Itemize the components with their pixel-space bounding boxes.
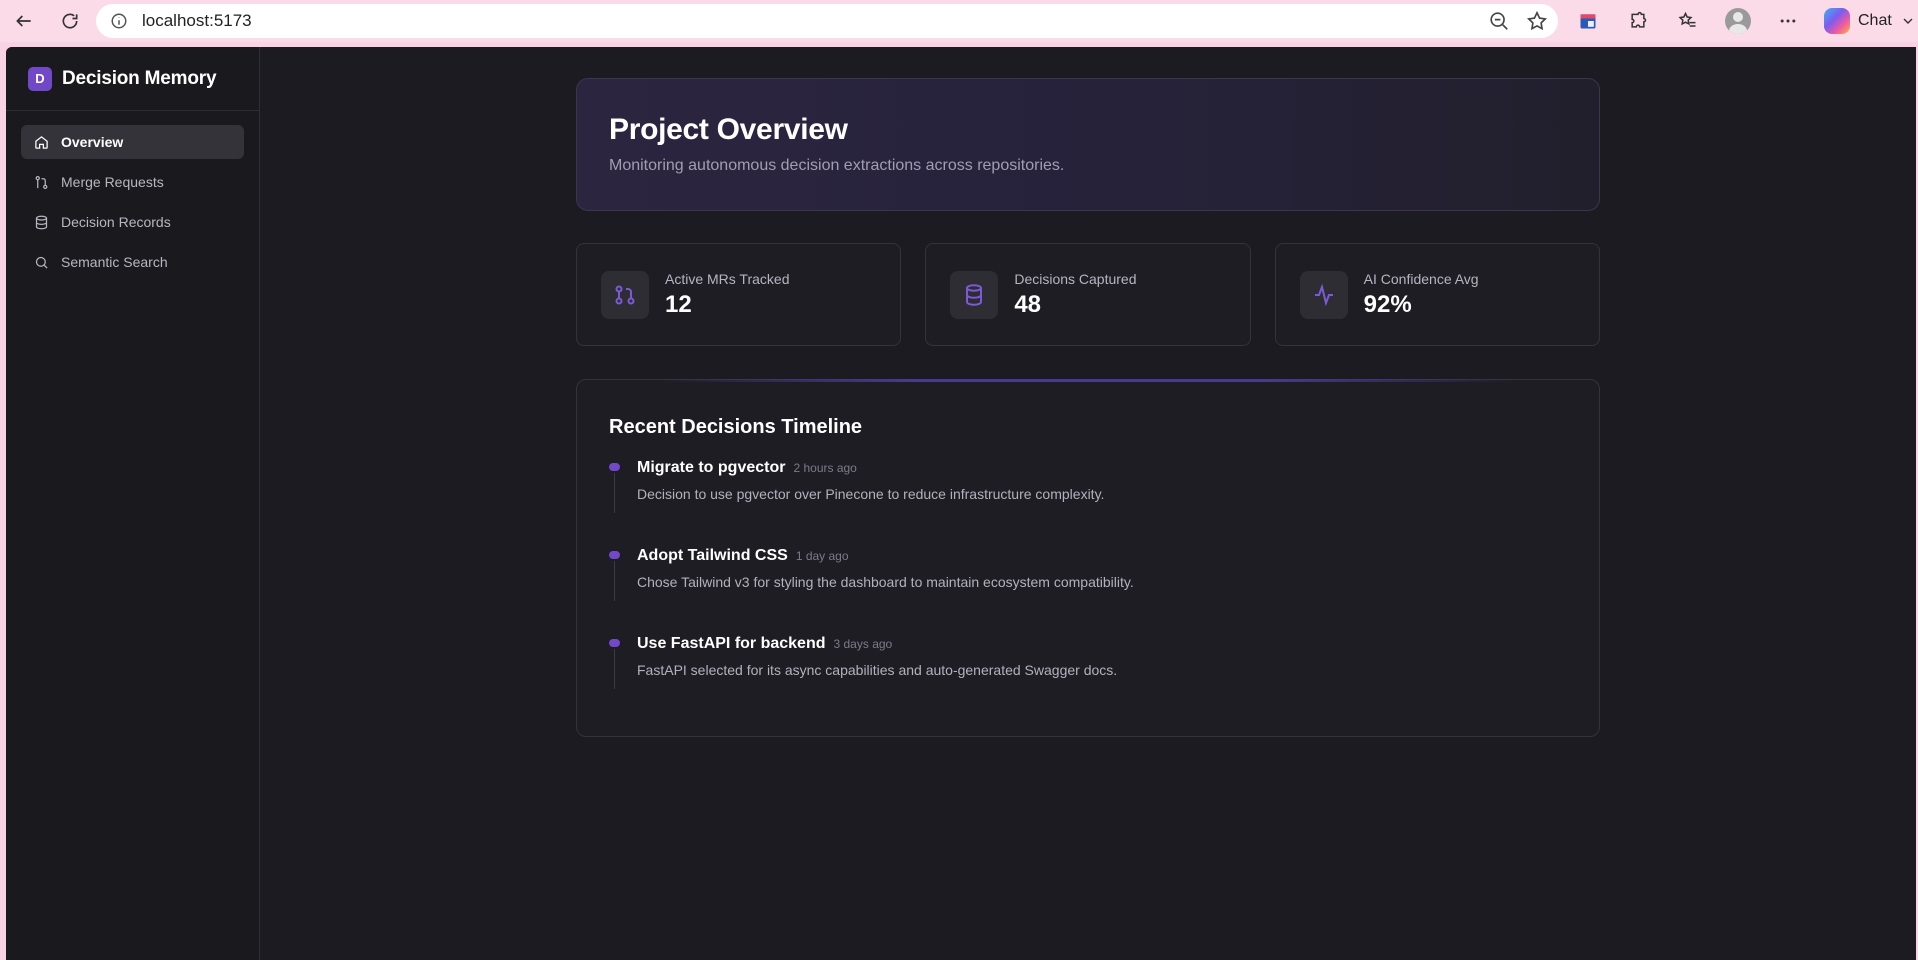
- database-icon: [950, 270, 999, 319]
- avatar: [1725, 8, 1751, 34]
- timeline-list: Migrate to pgvector 2 hours ago Decision…: [609, 459, 1567, 723]
- stat-label: Decisions Captured: [1014, 270, 1137, 287]
- search-icon: [35, 256, 48, 269]
- activity-icon: [1299, 270, 1348, 319]
- sidebar-item-overview[interactable]: Overview: [21, 125, 244, 159]
- extensions-area: Chat: [1570, 4, 1916, 38]
- chevron-down-icon[interactable]: [1900, 13, 1916, 29]
- url-text[interactable]: localhost:5173: [142, 11, 252, 31]
- decision-description: FastAPI selected for its async capabilit…: [637, 662, 1118, 678]
- brand-logo: D: [28, 66, 52, 91]
- stat-value: 48: [1014, 290, 1042, 318]
- back-button[interactable]: [6, 3, 42, 39]
- timeline-item[interactable]: Migrate to pgvector 2 hours ago Decision…: [609, 459, 1567, 547]
- extension-button[interactable]: [1570, 3, 1606, 39]
- reload-button[interactable]: [52, 3, 88, 39]
- timeline-title: Recent Decisions Timeline: [609, 416, 863, 438]
- sidebar-item-label: Merge Requests: [61, 174, 164, 190]
- timeline-item[interactable]: Adopt Tailwind CSS 1 day ago Chose Tailw…: [609, 547, 1567, 635]
- more-horizontal-icon: [1780, 19, 1796, 23]
- stat-label: Active MRs Tracked: [665, 270, 790, 287]
- timeline-dot: [609, 551, 620, 559]
- favorite-star-icon[interactable]: [1526, 10, 1548, 32]
- calendar-extension-icon: [1580, 14, 1596, 29]
- decision-time: 3 days ago: [833, 637, 893, 651]
- decision-time: 1 day ago: [795, 549, 849, 563]
- sidebar-item-merge-requests[interactable]: Merge Requests: [21, 165, 244, 199]
- chat-label: Chat: [1858, 12, 1892, 29]
- profile-button[interactable]: [1720, 3, 1756, 39]
- main-content: Project Overview Monitoring autonomous d…: [260, 47, 1916, 960]
- sidebar: D Decision Memory Overview Merge Request…: [6, 47, 260, 960]
- sidebar-item-label: Semantic Search: [61, 254, 168, 270]
- stat-card-active-mrs: Active MRs Tracked 12: [576, 243, 902, 346]
- browser-toolbar: localhost:5173 Chat: [0, 0, 1918, 42]
- sidebar-item-label: Decision Records: [61, 214, 171, 230]
- decisions-timeline: Recent Decisions Timeline Migrate to pgv…: [576, 379, 1600, 737]
- timeline-connector: [614, 473, 615, 513]
- reload-icon: [62, 13, 78, 29]
- info-icon[interactable]: [110, 12, 128, 30]
- decision-title: Use FastAPI for backend: [637, 635, 826, 652]
- timeline-connector: [614, 649, 615, 689]
- git-pull-request-icon: [601, 270, 649, 319]
- decision-description: Decision to use pgvector over Pinecone t…: [637, 486, 1105, 502]
- decision-title: Migrate to pgvector: [637, 459, 786, 476]
- home-icon: [35, 135, 48, 149]
- brand: D Decision Memory: [6, 47, 259, 111]
- database-icon: [35, 215, 48, 229]
- stat-value: 92%: [1363, 290, 1412, 318]
- app-window: D Decision Memory Overview Merge Request…: [6, 47, 1916, 960]
- back-arrow-icon: [16, 15, 31, 27]
- page-subtitle: Monitoring autonomous decision extractio…: [609, 157, 1065, 174]
- sidebar-item-decision-records[interactable]: Decision Records: [21, 205, 244, 239]
- page-title: Project Overview: [609, 113, 848, 146]
- favorites-list-icon: [1678, 11, 1696, 27]
- stat-label: AI Confidence Avg: [1363, 270, 1479, 287]
- git-merge-icon: [35, 175, 48, 189]
- more-menu-button[interactable]: [1770, 3, 1806, 39]
- zoom-out-icon[interactable]: [1488, 10, 1510, 32]
- timeline-dot: [609, 639, 620, 647]
- timeline-connector: [614, 561, 615, 601]
- brand-title: Decision Memory: [62, 67, 217, 89]
- sidebar-item-label: Overview: [61, 134, 124, 150]
- favorites-button[interactable]: [1670, 3, 1706, 39]
- puzzle-icon: [1631, 11, 1647, 28]
- timeline-dot: [609, 463, 620, 471]
- decision-description: Chose Tailwind v3 for styling the dashbo…: [637, 574, 1134, 590]
- decision-title: Adopt Tailwind CSS: [637, 547, 788, 564]
- stat-card-ai-confidence: AI Confidence Avg 92%: [1274, 243, 1600, 346]
- copilot-icon: [1824, 8, 1850, 34]
- sidebar-item-semantic-search[interactable]: Semantic Search: [21, 245, 244, 279]
- sidebar-nav: Overview Merge Requests Decision Records…: [6, 111, 259, 299]
- content-container: Project Overview Monitoring autonomous d…: [576, 78, 1600, 737]
- stat-value: 12: [665, 290, 692, 318]
- stats-row: Active MRs Tracked 12 Decisions Captured…: [576, 243, 1600, 346]
- timeline-item[interactable]: Use FastAPI for backend 3 days ago FastA…: [609, 635, 1567, 723]
- stat-card-decisions-captured: Decisions Captured 48: [925, 243, 1251, 346]
- decision-time: 2 hours ago: [793, 461, 857, 475]
- extensions-button[interactable]: [1620, 3, 1656, 39]
- overview-hero: Project Overview Monitoring autonomous d…: [576, 78, 1600, 211]
- copilot-chat-button[interactable]: Chat: [1824, 8, 1916, 34]
- address-bar[interactable]: localhost:5173: [96, 4, 1558, 38]
